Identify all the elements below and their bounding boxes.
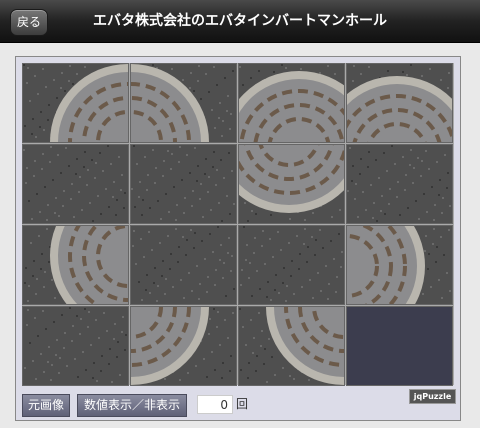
move-unit-label: 回 [236,397,249,411]
puzzle-tile[interactable] [238,63,345,143]
puzzle-tile[interactable] [346,225,453,305]
puzzle-tile[interactable] [346,63,453,143]
toggle-numbers-button[interactable]: 数値表示／非表示 [77,394,187,417]
puzzle-tile[interactable] [130,144,237,224]
back-button[interactable]: 戻る [10,9,48,36]
empty-slot [346,306,453,386]
puzzle-tile[interactable] [22,225,129,305]
page-title: エバタ株式会社のエバタインバートマンホール [93,13,387,29]
puzzle-tile[interactable] [238,306,345,386]
puzzle-tile[interactable] [346,144,453,224]
jqpuzzle-logo: jqPuzzle [409,389,456,404]
top-bar: 戻る エバタ株式会社のエバタインバートマンホール [0,0,480,43]
puzzle-tile[interactable] [22,63,129,143]
puzzle-tile[interactable] [22,144,129,224]
move-counter: 0 [197,395,233,414]
puzzle-tile[interactable] [130,63,237,143]
puzzle-board [22,63,454,386]
puzzle-tile[interactable] [238,144,345,224]
puzzle-tile[interactable] [238,225,345,305]
puzzle-tile[interactable] [130,225,237,305]
original-image-button[interactable]: 元画像 [22,394,70,417]
puzzle-tile[interactable] [22,306,129,386]
puzzle-tile[interactable] [130,306,237,386]
